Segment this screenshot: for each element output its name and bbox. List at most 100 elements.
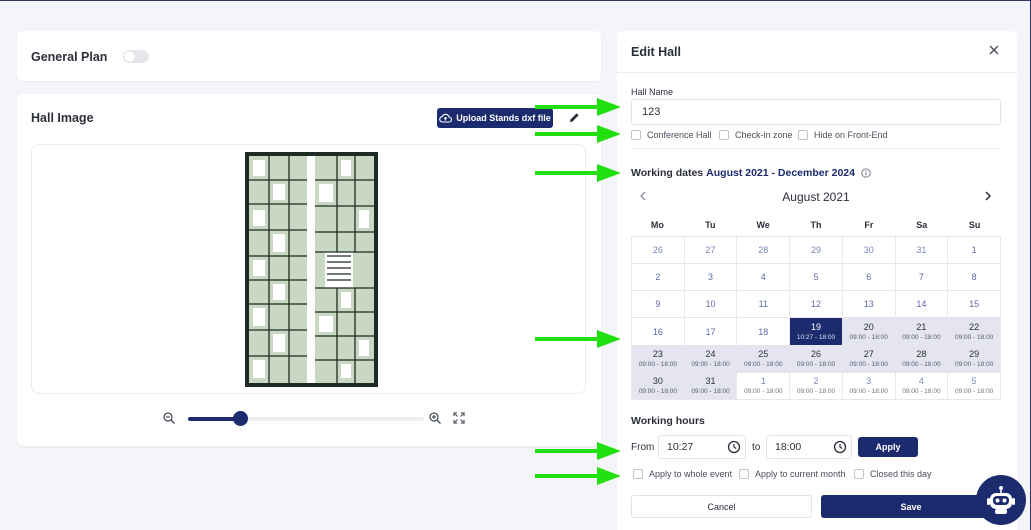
- calendar-day[interactable]: 16: [632, 318, 685, 346]
- arrow-annotation-calendar: [535, 330, 621, 348]
- calendar-day[interactable]: 17: [684, 318, 738, 346]
- day-hours: 09:00 - 18:00: [954, 388, 994, 396]
- from-time-input[interactable]: 10:27: [658, 435, 746, 459]
- zoom-controls: [162, 410, 467, 428]
- day-number: 15: [969, 299, 980, 310]
- calendar-day[interactable]: 20 09:00 - 18:00: [842, 318, 896, 346]
- zoom-slider[interactable]: [188, 411, 424, 426]
- calendar-day[interactable]: 25 09:00 - 18:00: [737, 345, 791, 373]
- cancel-button[interactable]: Cancel: [631, 495, 812, 518]
- zoom-slider-handle[interactable]: [232, 411, 248, 426]
- calendar-day[interactable]: 5 09:00 - 18:00: [948, 372, 1001, 400]
- calendar-day[interactable]: 5: [790, 264, 843, 292]
- conference-hall-checkbox[interactable]: Conference Hall: [631, 130, 712, 140]
- calendar-day[interactable]: 27 09:00 - 18:00: [842, 345, 896, 373]
- to-time-input[interactable]: 18:00: [766, 435, 852, 459]
- calendar-day[interactable]: 12: [790, 291, 843, 319]
- calendar-day[interactable]: 26: [632, 237, 685, 265]
- apply-whole-event-checkbox[interactable]: Apply to whole event: [633, 469, 732, 479]
- closed-this-day-checkbox[interactable]: Closed this day: [854, 469, 932, 479]
- calendar-day[interactable]: 22 09:00 - 18:00: [948, 318, 1001, 346]
- to-time-value: 18:00: [775, 441, 802, 453]
- hall-image-title: Hall Image: [31, 111, 94, 125]
- calendar-day[interactable]: 14: [895, 291, 949, 319]
- day-hours: 09:00 - 18:00: [638, 388, 677, 396]
- day-hours: 09:00 - 18:00: [954, 361, 994, 369]
- calendar-day[interactable]: 18: [737, 318, 791, 346]
- working-dates-heading: Working dates August 2021 - December 202…: [631, 167, 871, 179]
- arrow-annotation-checkboxes: [535, 125, 621, 143]
- calendar-day[interactable]: 8: [948, 264, 1001, 292]
- calendar-next-button[interactable]: [981, 189, 995, 203]
- day-number: 23: [652, 349, 663, 360]
- calendar-day[interactable]: 1: [948, 237, 1001, 265]
- info-icon[interactable]: [861, 168, 871, 178]
- calendar-day[interactable]: 2 09:00 - 18:00: [790, 372, 843, 400]
- calendar-day[interactable]: 3: [684, 264, 738, 292]
- save-button[interactable]: Save: [821, 495, 1001, 518]
- calendar-day[interactable]: 1 09:00 - 18:00: [737, 372, 791, 400]
- weekday-label: Su: [968, 220, 981, 230]
- apply-current-month-checkbox[interactable]: Apply to current month: [739, 469, 846, 479]
- chat-bot-button[interactable]: [976, 475, 1026, 525]
- calendar-day[interactable]: 4 09:00 - 18:00: [895, 372, 949, 400]
- calendar-day[interactable]: 29 09:00 - 18:00: [948, 345, 1001, 373]
- calendar-day[interactable]: 21 09:00 - 18:00: [895, 318, 949, 346]
- day-number: 22: [969, 322, 980, 333]
- calendar-day[interactable]: 2: [632, 264, 685, 292]
- day-number: 4: [918, 376, 924, 387]
- check-in-zone-checkbox[interactable]: Check-in zone: [719, 130, 793, 140]
- calendar-day[interactable]: 28: [737, 237, 791, 265]
- day-number: 9: [655, 299, 661, 310]
- day-hours: 09:00 - 18:00: [744, 388, 783, 396]
- calendar-day[interactable]: 30 09:00 - 18:00: [632, 372, 685, 400]
- calendar-day-selected[interactable]: 19 10:27 - 18:00: [790, 318, 843, 346]
- checkbox-label: Apply to whole event: [649, 469, 733, 479]
- weekday-label: Tu: [705, 220, 716, 230]
- calendar-day[interactable]: 23 09:00 - 18:00: [632, 345, 685, 373]
- day-hours: 09:00 - 18:00: [954, 334, 994, 342]
- calendar-day[interactable]: 31 09:00 - 18:00: [684, 372, 738, 400]
- clock-icon[interactable]: [727, 440, 741, 454]
- day-number: 19: [810, 322, 821, 333]
- calendar-day[interactable]: 29: [790, 237, 843, 265]
- checkbox-label: Conference Hall: [647, 130, 712, 140]
- calendar-day[interactable]: 11: [737, 291, 791, 319]
- calendar-day[interactable]: 27: [684, 237, 738, 265]
- close-button[interactable]: [987, 43, 1001, 57]
- zoom-out-icon[interactable]: [162, 411, 176, 425]
- general-plan-toggle[interactable]: [123, 50, 149, 63]
- hall-name-input[interactable]: 123: [631, 99, 1001, 125]
- clock-icon[interactable]: [833, 440, 847, 454]
- day-number: 26: [810, 349, 821, 360]
- calendar-day[interactable]: 7: [895, 264, 949, 292]
- calendar-day[interactable]: 26 09:00 - 18:00: [790, 345, 843, 373]
- calendar-day[interactable]: 24 09:00 - 18:00: [684, 345, 738, 373]
- day-number: 24: [705, 349, 716, 360]
- calendar-day[interactable]: 15: [948, 291, 1001, 319]
- day-number: 26: [652, 245, 663, 256]
- fullscreen-icon[interactable]: [453, 412, 465, 424]
- hall-image-area: [31, 144, 586, 394]
- calendar-day[interactable]: 9: [632, 291, 685, 319]
- hide-on-front-end-checkbox[interactable]: Hide on Front-End: [798, 130, 888, 140]
- calendar-day[interactable]: 30: [842, 237, 896, 265]
- calendar-day[interactable]: 4: [737, 264, 791, 292]
- zoom-in-icon[interactable]: [428, 411, 442, 425]
- close-icon: [989, 45, 999, 55]
- calendar-day[interactable]: 3 09:00 - 18:00: [842, 372, 896, 400]
- to-label: to: [752, 442, 761, 453]
- apply-hours-button[interactable]: Apply: [858, 437, 918, 457]
- calendar-day[interactable]: 10: [684, 291, 738, 319]
- calendar-day[interactable]: 13: [842, 291, 896, 319]
- day-number: 28: [758, 245, 769, 256]
- calendar-day[interactable]: 28 09:00 - 18:00: [895, 345, 949, 373]
- calendar-day[interactable]: 6: [842, 264, 896, 292]
- day-number: 28: [916, 349, 927, 360]
- day-hours: 09:00 - 18:00: [902, 334, 941, 342]
- calendar-day[interactable]: 31: [895, 237, 949, 265]
- cloud-upload-icon: [439, 113, 453, 123]
- day-hours: 09:00 - 18:00: [691, 388, 730, 396]
- from-label: From: [631, 442, 655, 453]
- hall-name-label: Hall Name: [631, 87, 674, 97]
